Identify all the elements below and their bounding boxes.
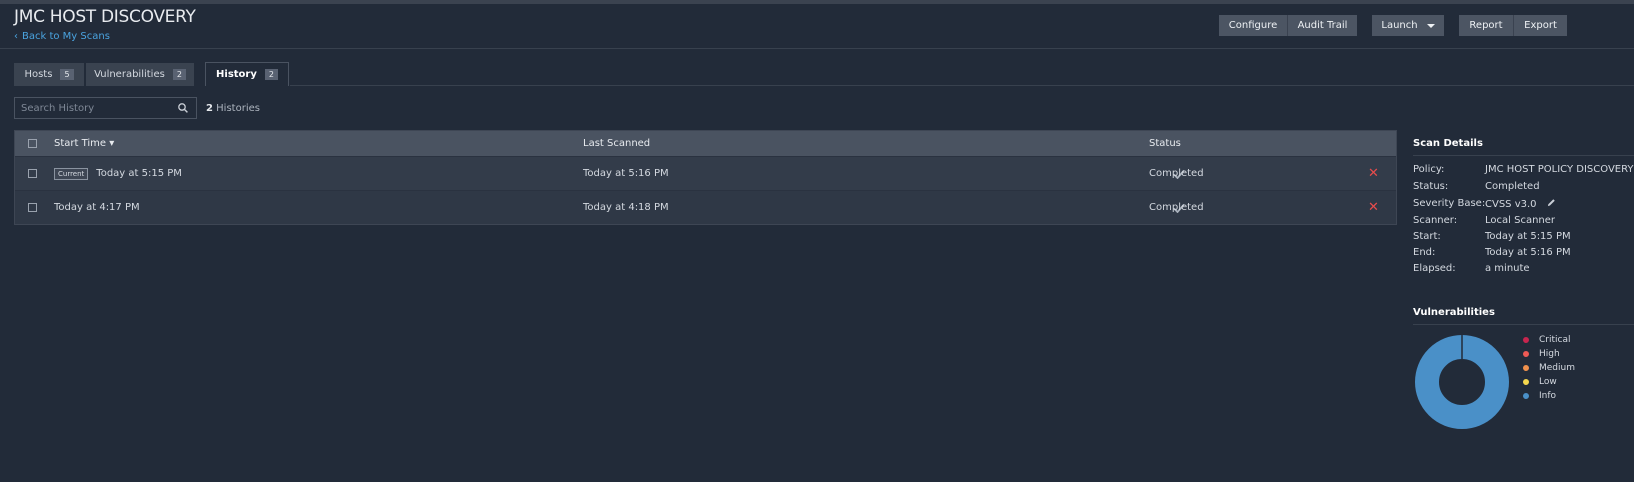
row-start-time: Today at 4:17 PM: [54, 202, 140, 213]
vulnerabilities-title: Vulnerabilities: [1413, 307, 1495, 318]
scan-details-divider: [1413, 155, 1634, 156]
column-start-time-label: Start Time: [54, 138, 107, 149]
tab-hosts[interactable]: Hosts 5: [14, 63, 84, 86]
configure-button[interactable]: Configure: [1219, 15, 1287, 36]
row-checkbox[interactable]: [28, 168, 37, 178]
top-accent-bar: [0, 0, 1634, 4]
legend-high[interactable]: High: [1523, 349, 1560, 359]
histories-count-label: Histories: [216, 103, 260, 114]
column-start-time[interactable]: Start Time ▾: [54, 131, 114, 156]
delete-icon[interactable]: ✕: [1368, 201, 1379, 214]
row-start-time: Today at 5:15 PM: [96, 168, 182, 179]
header-divider: [0, 48, 1634, 49]
table-row[interactable]: Today at 4:17 PM Today at 4:18 PM Comple…: [15, 190, 1396, 224]
vulnerabilities-donut-chart: [1415, 335, 1509, 429]
legend-dot: [1523, 350, 1529, 357]
search-icon[interactable]: [178, 103, 188, 113]
table-header: Start Time ▾ Last Scanned Status: [15, 131, 1396, 156]
scan-details-title: Scan Details: [1413, 138, 1483, 149]
sort-desc-icon: ▾: [109, 138, 115, 149]
tab-vulnerabilities-count: 2: [172, 69, 186, 80]
search-input[interactable]: [15, 101, 173, 115]
legend-dot: [1523, 364, 1529, 371]
row-status: Completed: [1149, 168, 1204, 179]
report-button[interactable]: Report: [1459, 15, 1513, 36]
legend-info[interactable]: Info: [1523, 391, 1556, 401]
select-all-checkbox[interactable]: [28, 138, 37, 148]
chevron-left-icon: ‹: [14, 31, 18, 42]
histories-count: 2 Histories: [206, 103, 260, 114]
tab-history[interactable]: History 2: [205, 62, 289, 86]
legend-dot: [1523, 392, 1529, 399]
page-title: JMC HOST DISCOVERY: [14, 7, 196, 27]
legend-dot: [1523, 336, 1529, 343]
tab-hosts-count: 5: [60, 69, 74, 80]
row-last-scanned: Today at 5:16 PM: [583, 168, 669, 179]
launch-button[interactable]: Launch: [1372, 15, 1444, 36]
legend-low[interactable]: Low: [1523, 377, 1557, 387]
current-tag: Current: [54, 167, 89, 180]
tab-history-count: 2: [264, 69, 278, 80]
legend-medium[interactable]: Medium: [1523, 363, 1575, 373]
tab-hosts-label: Hosts: [24, 69, 53, 80]
chevron-down-icon: [1426, 23, 1435, 28]
edit-pencil-icon[interactable]: [1547, 198, 1556, 207]
legend-critical[interactable]: Critical: [1523, 335, 1570, 345]
histories-count-number: 2: [206, 103, 213, 114]
row-last-scanned: Today at 4:18 PM: [583, 202, 669, 213]
back-link[interactable]: ‹ Back to My Scans: [14, 31, 110, 42]
back-link-label: Back to My Scans: [22, 31, 110, 42]
tabs-divider: [290, 85, 1634, 86]
tab-history-label: History: [216, 69, 257, 80]
delete-icon[interactable]: ✕: [1368, 167, 1379, 180]
tab-vulnerabilities[interactable]: Vulnerabilities 2: [86, 63, 194, 86]
row-checkbox[interactable]: [28, 202, 37, 212]
row-status: Completed: [1149, 202, 1204, 213]
launch-label: Launch: [1381, 20, 1418, 31]
column-status[interactable]: Status: [1149, 131, 1181, 156]
table-row[interactable]: Current Today at 5:15 PM Today at 5:16 PM…: [15, 156, 1396, 190]
export-button[interactable]: Export: [1513, 15, 1567, 36]
vulnerabilities-divider: [1413, 324, 1634, 325]
legend-dot: [1523, 378, 1529, 385]
history-table: Start Time ▾ Last Scanned Status Current…: [14, 130, 1397, 225]
column-last-scanned[interactable]: Last Scanned: [583, 131, 650, 156]
tab-vulnerabilities-label: Vulnerabilities: [94, 69, 165, 80]
audit-trail-button[interactable]: Audit Trail: [1287, 15, 1357, 36]
search-box[interactable]: [14, 97, 197, 119]
